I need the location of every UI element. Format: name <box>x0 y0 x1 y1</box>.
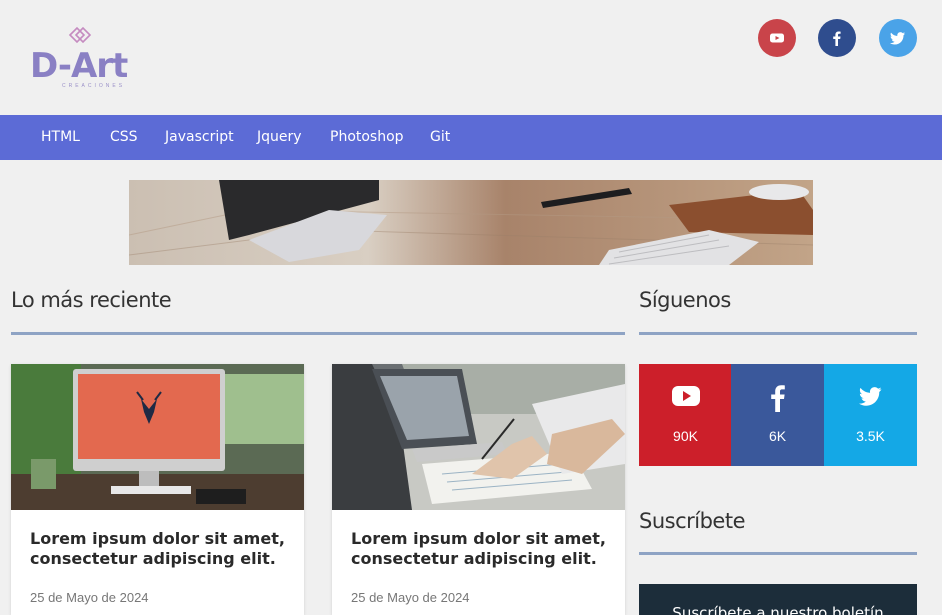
facebook-count: 6K <box>768 428 787 444</box>
post-thumbnail[interactable] <box>11 364 304 510</box>
youtube-counter[interactable]: 90K <box>639 364 732 466</box>
twitter-counter[interactable]: 3.5K <box>824 364 917 466</box>
main-nav: HTML CSS Javascript Jquery Photoshop Git <box>0 115 942 160</box>
twitter-count: 3.5K <box>856 428 885 444</box>
post-card[interactable]: Lorem ipsum dolor sit amet, consectetur … <box>332 364 625 615</box>
post-thumbnail[interactable] <box>332 364 625 510</box>
office-desk-photo-illustration <box>332 364 625 510</box>
facebook-link[interactable] <box>818 19 856 57</box>
recent-section-divider <box>11 332 625 335</box>
desk-banner-illustration <box>129 180 813 265</box>
subscribe-section-divider <box>639 552 917 555</box>
logo-subtitle: CREACIONES <box>62 83 126 89</box>
nav-item-jquery[interactable]: Jquery <box>257 115 302 160</box>
nav-item-css[interactable]: CSS <box>110 115 138 160</box>
twitter-icon <box>858 387 881 406</box>
facebook-icon <box>770 385 785 412</box>
twitter-icon <box>890 32 905 45</box>
post-date: 25 de Mayo de 2024 <box>351 590 470 605</box>
nav-item-git[interactable]: Git <box>430 115 450 160</box>
diamond-logo-icon <box>68 26 92 44</box>
post-date: 25 de Mayo de 2024 <box>30 590 149 605</box>
imac-photo-illustration <box>11 364 304 510</box>
hero-banner-image <box>129 180 813 265</box>
site-header: D-Art CREACIONES <box>0 0 942 115</box>
newsletter-box: Suscríbete a nuestro boletín <box>639 584 917 615</box>
twitter-link[interactable] <box>879 19 917 57</box>
nav-item-javascript[interactable]: Javascript <box>165 115 234 160</box>
follow-section-title: Síguenos <box>639 288 731 312</box>
youtube-icon <box>671 386 700 406</box>
follow-section-divider <box>639 332 917 335</box>
facebook-icon <box>833 31 841 46</box>
site-logo[interactable]: D-Art CREACIONES <box>30 24 140 90</box>
post-card[interactable]: Lorem ipsum dolor sit amet, consectetur … <box>11 364 304 615</box>
nav-item-photoshop[interactable]: Photoshop <box>330 115 404 160</box>
subscribe-section-title: Suscríbete <box>639 509 746 533</box>
post-title[interactable]: Lorem ipsum dolor sit amet, consectetur … <box>30 529 290 569</box>
nav-item-html[interactable]: HTML <box>41 115 80 160</box>
youtube-icon <box>770 33 784 43</box>
logo-text: D-Art <box>30 46 128 86</box>
facebook-counter[interactable]: 6K <box>731 364 824 466</box>
youtube-count: 90K <box>673 428 698 444</box>
recent-section-title: Lo más reciente <box>11 288 172 312</box>
post-title[interactable]: Lorem ipsum dolor sit amet, consectetur … <box>351 529 611 569</box>
youtube-link[interactable] <box>758 19 796 57</box>
newsletter-heading: Suscríbete a nuestro boletín <box>672 604 884 615</box>
